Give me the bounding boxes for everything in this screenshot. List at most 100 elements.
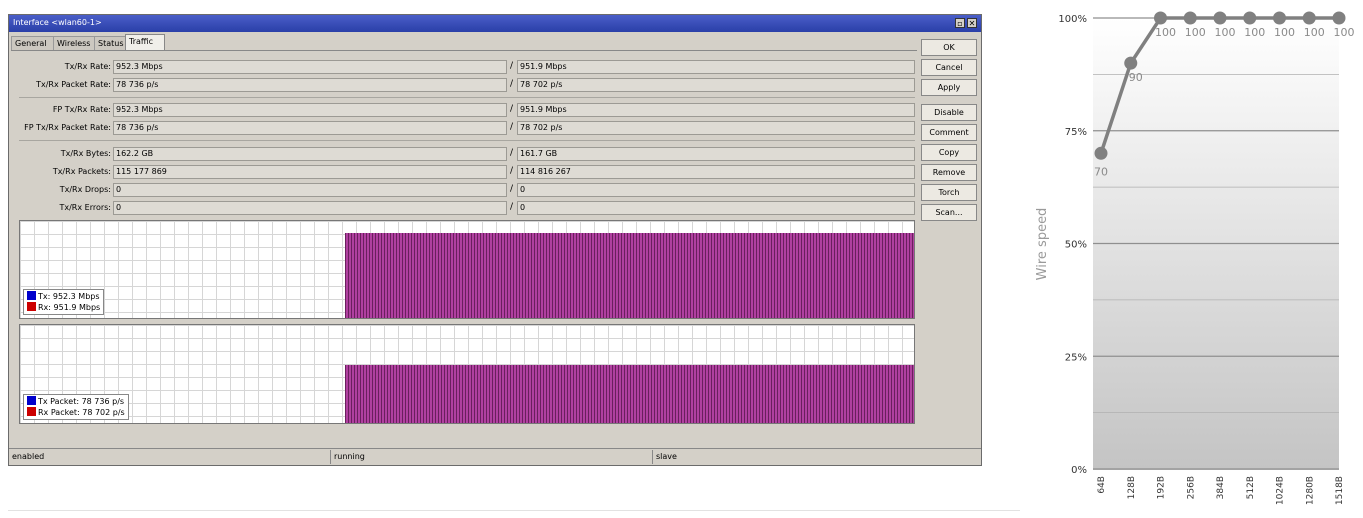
x-tick-label: 1518B [1335, 476, 1345, 505]
data-point [1213, 11, 1227, 25]
rx-value[interactable]: 78 702 p/s [517, 121, 915, 135]
x-tick-label: 192B [1157, 476, 1167, 499]
data-point [1302, 11, 1316, 25]
copy-button[interactable]: Copy [921, 144, 977, 161]
field-label: FP Tx/Rx Packet Rate: [24, 123, 111, 132]
field-row-errors: Tx/Rx Errors: 0 / 0 [11, 201, 917, 215]
field-row-packets: Tx/Rx Packets: 115 177 869 / 114 816 267 [11, 165, 917, 179]
data-label: 100 [1304, 26, 1325, 39]
separator: / [510, 61, 514, 71]
field-label: Tx/Rx Packet Rate: [36, 80, 111, 89]
close-icon[interactable]: ✕ [967, 18, 977, 28]
traffic-panel: Tx/Rx Rate: 952.3 Mbps / 951.9 Mbps Tx/R… [11, 50, 917, 445]
data-label: 100 [1244, 26, 1265, 39]
rate-graph-legend: Tx: 952.3 Mbps Rx: 951.9 Mbps [23, 289, 105, 315]
data-point [1273, 11, 1286, 25]
x-tick-label: 64B [1097, 476, 1107, 494]
field-label: Tx/Rx Drops: [59, 185, 111, 194]
scan-button[interactable]: Scan... [921, 204, 977, 221]
field-row-packet-rate: Tx/Rx Packet Rate: 78 736 p/s / 78 702 p… [11, 78, 917, 92]
rx-value[interactable]: 161.7 GB [517, 147, 915, 161]
x-tick-label: 128B [1127, 476, 1137, 499]
packet-graph-legend: Tx Packet: 78 736 p/s Rx Packet: 78 702 … [23, 394, 129, 420]
field-row-tx-rx-rate: Tx/Rx Rate: 952.3 Mbps / 951.9 Mbps [11, 60, 917, 74]
field-row-fp-packet-rate: FP Tx/Rx Packet Rate: 78 736 p/s / 78 70… [11, 121, 917, 135]
rx-swatch [27, 302, 36, 311]
tx-value[interactable]: 162.2 GB [113, 147, 507, 161]
separator: / [510, 104, 514, 114]
status-running: running [331, 450, 653, 464]
divider [19, 140, 915, 141]
legend-label: Tx Packet: 78 736 p/s [38, 397, 125, 406]
status-bar: enabled running slave [9, 448, 981, 465]
separator: / [510, 79, 514, 89]
rx-value[interactable]: 114 816 267 [517, 165, 915, 179]
x-axis-ticks: 64B 128B 192B 256B 384B 512B 1024B 1280B 1518B [1097, 476, 1345, 505]
packet-graph-bars [345, 365, 914, 423]
interface-window: Interface <wlan60-1> ▫ ✕ General Wireles… [8, 14, 982, 466]
data-label: 100 [1274, 26, 1295, 39]
tx-value[interactable]: 115 177 869 [113, 165, 507, 179]
remove-button[interactable]: Remove [921, 164, 977, 181]
data-point [1183, 11, 1197, 25]
rx-value[interactable]: 0 [517, 183, 915, 197]
field-label: Tx/Rx Packets: [52, 167, 111, 176]
legend-label: Rx: 951.9 Mbps [38, 303, 101, 312]
y-tick-label: 75% [1065, 127, 1087, 138]
tx-value[interactable]: 78 736 p/s [113, 121, 507, 135]
comment-button[interactable]: Comment [921, 124, 977, 141]
rx-value[interactable]: 951.9 Mbps [517, 60, 915, 74]
x-tick-label: 1280B [1305, 476, 1315, 505]
legend-label: Rx Packet: 78 702 p/s [38, 408, 125, 417]
window-title: Interface <wlan60-1> [13, 18, 102, 27]
x-tick-label: 1024B [1276, 476, 1286, 505]
rx-value[interactable]: 0 [517, 201, 915, 215]
data-point [1243, 11, 1257, 25]
rate-graph-bars [345, 233, 914, 318]
y-axis-ticks: 0% 25% 50% 75% 100% [1058, 14, 1087, 476]
data-point [1332, 11, 1346, 25]
tx-swatch [27, 291, 36, 300]
tx-value[interactable]: 0 [113, 183, 507, 197]
tx-value[interactable]: 952.3 Mbps [113, 60, 507, 74]
data-point [1154, 11, 1167, 25]
wire-speed-chart: 0% 25% 50% 75% 100% 64B 128B 192B 256B 384B 512B 1… [1035, 11, 1355, 505]
tx-value[interactable]: 0 [113, 201, 507, 215]
field-row-bytes: Tx/Rx Bytes: 162.2 GB / 161.7 GB [11, 147, 917, 161]
field-row-fp-rate: FP Tx/Rx Rate: 952.3 Mbps / 951.9 Mbps [11, 103, 917, 117]
x-tick-label: 512B [1246, 476, 1256, 499]
tx-swatch [27, 396, 36, 405]
data-label: 100 [1215, 26, 1236, 39]
field-row-drops: Tx/Rx Drops: 0 / 0 [11, 183, 917, 197]
torch-button[interactable]: Torch [921, 184, 977, 201]
legend-item-rx-packet: Rx Packet: 78 702 p/s [27, 407, 125, 418]
y-axis-label: Wire speed [1035, 208, 1050, 281]
separator: / [510, 166, 514, 176]
legend-item-tx: Tx: 952.3 Mbps [27, 291, 100, 302]
status-enabled: enabled [9, 450, 331, 464]
legend-item-tx-packet: Tx Packet: 78 736 p/s [27, 396, 125, 407]
disable-button[interactable]: Disable [921, 104, 977, 121]
data-point [1124, 56, 1138, 70]
tab-wireless[interactable]: Wireless [53, 36, 98, 50]
y-tick-label: 0% [1071, 465, 1087, 476]
rx-value[interactable]: 951.9 Mbps [517, 103, 915, 117]
data-point [1094, 146, 1108, 160]
minimize-icon[interactable]: ▫ [955, 18, 965, 28]
window-titlebar[interactable]: Interface <wlan60-1> ▫ ✕ [9, 15, 981, 32]
rx-swatch [27, 407, 36, 416]
field-label: Tx/Rx Errors: [59, 203, 111, 212]
tab-traffic[interactable]: Traffic [125, 34, 165, 51]
cancel-button[interactable]: Cancel [921, 59, 977, 76]
data-label: 90 [1129, 71, 1143, 84]
data-label: 100 [1155, 26, 1176, 39]
tx-value[interactable]: 78 736 p/s [113, 78, 507, 92]
legend-item-rx: Rx: 951.9 Mbps [27, 302, 100, 313]
tx-value[interactable]: 952.3 Mbps [113, 103, 507, 117]
ok-button[interactable]: OK [921, 39, 977, 56]
rx-value[interactable]: 78 702 p/s [517, 78, 915, 92]
rate-graph: Tx: 952.3 Mbps Rx: 951.9 Mbps [19, 220, 915, 319]
packet-graph: Tx Packet: 78 736 p/s Rx Packet: 78 702 … [19, 324, 915, 424]
data-label: 70 [1094, 165, 1108, 178]
apply-button[interactable]: Apply [921, 79, 977, 96]
